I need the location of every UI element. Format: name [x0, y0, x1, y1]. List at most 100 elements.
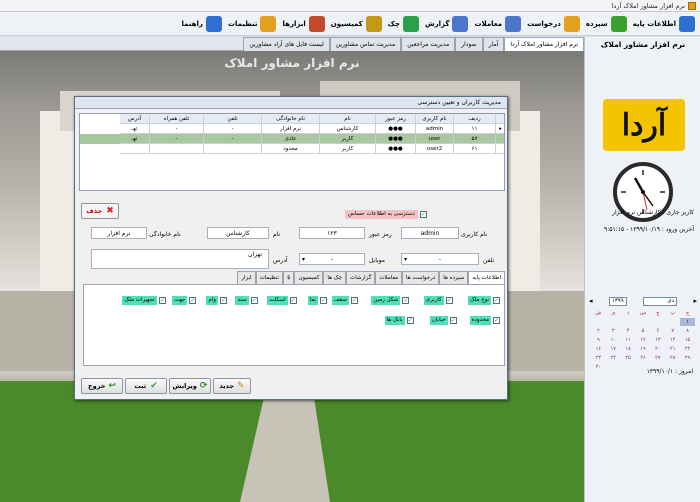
delete-button[interactable]: حذف ✖: [81, 203, 119, 219]
table-header-row[interactable]: ردیف نام کاربری رمز عبور نام نام خانوادگی تلف…: [80, 114, 504, 124]
checkbox-box[interactable]: ✓: [158, 296, 166, 304]
calendar-today-label[interactable]: امروز : ۱۳۹۹/۱۰/۱: [589, 368, 697, 378]
calendar-day[interactable]: ۲۳: [591, 354, 606, 362]
checkbox-box[interactable]: ✓: [493, 296, 500, 304]
users-table[interactable]: ردیف نام کاربری رمز عبور نام نام خانوادگی تلف…: [79, 113, 505, 191]
calendar-day[interactable]: ۱۸: [621, 345, 636, 353]
family-field[interactable]: نرم افزار: [91, 227, 147, 239]
permission-tab-9[interactable]: ابزار: [237, 271, 256, 284]
calendar-day[interactable]: ۱۵: [680, 336, 695, 344]
calendar-day[interactable]: ۲۵: [621, 354, 636, 362]
toolbar-item-0[interactable]: اطلاعات پایه: [630, 14, 698, 34]
row-selector[interactable]: [496, 134, 504, 144]
calendar-prev-icon[interactable]: ◂: [589, 297, 593, 305]
checkbox-box[interactable]: ✓: [402, 296, 410, 304]
calendar-day[interactable]: ۱۴: [665, 336, 680, 344]
permission-checkbox[interactable]: ✓ نما: [307, 295, 328, 305]
checkbox-box[interactable]: ✓: [189, 296, 197, 304]
calendar-day[interactable]: ۴: [621, 327, 636, 335]
name-field[interactable]: کارشناس: [207, 227, 269, 239]
permission-tab-7[interactable]: $: [282, 271, 295, 284]
calendar-day[interactable]: ۲۰: [650, 345, 665, 353]
permission-checkbox[interactable]: ✓ وام: [206, 295, 227, 305]
permission-tab-0[interactable]: اطلاعات پایه: [468, 271, 505, 284]
toolbar-item-6[interactable]: کمیسیون: [328, 14, 385, 34]
calendar-day[interactable]: ۸: [680, 327, 695, 335]
permission-checkbox[interactable]: ✓ شکل زمین: [371, 295, 410, 305]
calendar-day[interactable]: ۱۹: [636, 345, 651, 353]
calendar-day[interactable]: ۲۲: [680, 345, 695, 353]
permission-checkbox[interactable]: ✓ بانک ها: [384, 315, 414, 325]
permission-tab-3[interactable]: معاملات: [375, 271, 403, 284]
calendar-day[interactable]: ۱: [680, 318, 695, 326]
username-field[interactable]: admin: [401, 227, 459, 239]
calendar-day[interactable]: ۱۶: [591, 345, 606, 353]
calendar-day[interactable]: ۳: [606, 327, 621, 335]
permission-tab-4[interactable]: گزارشات: [346, 271, 376, 284]
tab-4[interactable]: مدیریت تماس مشاورین: [329, 37, 402, 51]
calendar-day[interactable]: ۱۳: [650, 336, 665, 344]
new-button[interactable]: جدید ✎: [213, 378, 251, 394]
toolbar-item-5[interactable]: چک: [385, 14, 422, 34]
calendar-day[interactable]: ۱۱: [621, 336, 636, 344]
calendar-day[interactable]: ۲۷: [650, 354, 665, 362]
toolbar-item-8[interactable]: تنظیمات: [225, 14, 280, 34]
calendar-year-select[interactable]: ۱۳۹۹: [608, 296, 627, 306]
calendar-day[interactable]: ۱۰: [606, 336, 621, 344]
table-row[interactable]: ۶۱ user2 ●●● کاربر محدود: [80, 144, 504, 154]
address-field[interactable]: تهران: [91, 249, 269, 269]
permission-checkbox[interactable]: ✓ تجهیزات ملک: [122, 295, 166, 305]
calendar-day[interactable]: ۱۷: [606, 345, 621, 353]
tab-0[interactable]: نرم افزار مشاور املاک آردا: [504, 37, 584, 51]
checkbox-box[interactable]: ✓: [289, 296, 297, 304]
calendar-day[interactable]: ۲۴: [606, 354, 621, 362]
exit-button[interactable]: خروج ↩: [81, 378, 123, 394]
checkbox-box[interactable]: ✓: [250, 296, 258, 304]
calendar-day[interactable]: ۲۶: [636, 354, 651, 362]
calendar-day[interactable]: ۹: [591, 336, 606, 344]
calendar-next-icon[interactable]: ▸: [693, 297, 697, 305]
permission-checkbox[interactable]: ✓ کاربری: [423, 295, 453, 305]
calendar-day[interactable]: ۱۲: [636, 336, 651, 344]
mobile-combo[interactable]: -: [299, 253, 365, 265]
permission-tab-8[interactable]: تنظیمات: [255, 271, 283, 284]
calendar-day[interactable]: ۲۹: [680, 354, 695, 362]
calendar-day[interactable]: ۲: [591, 327, 606, 335]
password-field[interactable]: ۱۲۳: [299, 227, 365, 239]
sensitive-access-checkbox[interactable]: ✓ دسترسی به اطلاعات حساس: [345, 209, 427, 219]
table-row[interactable]: ۵۷ user ●●● کاربر عادی - - تهـ: [80, 134, 504, 144]
permission-checkbox[interactable]: ✓ نوع ملک: [467, 295, 500, 305]
calendar-day[interactable]: ۲۱: [665, 345, 680, 353]
toolbar-item-2[interactable]: درخواست: [524, 14, 583, 34]
calendar-day[interactable]: ۵: [636, 327, 651, 335]
checkbox-box[interactable]: ✓: [406, 316, 414, 324]
permission-checkbox[interactable]: ✓ سند: [235, 295, 258, 305]
row-selector[interactable]: [496, 144, 504, 154]
permission-checkbox[interactable]: ✓ جهت: [172, 295, 197, 305]
permission-checkbox[interactable]: ✓ سقف: [331, 295, 358, 305]
phone-combo[interactable]: -: [401, 253, 479, 265]
toolbar-item-3[interactable]: معاملات: [471, 14, 524, 34]
checkbox-box[interactable]: ✓: [419, 210, 427, 218]
table-row[interactable]: ▸ ۱۱ admin ●●● کارشناس نرم افزار - - تهـ: [80, 124, 504, 134]
tab-5[interactable]: لیست فایل های آزاد مشاورین: [243, 37, 330, 51]
permission-tab-5[interactable]: چک ها: [323, 271, 347, 284]
toolbar-item-7[interactable]: ابزارها: [279, 14, 327, 34]
save-button[interactable]: ثبت ✔: [125, 378, 167, 394]
permission-checkbox[interactable]: ✓ خیابان: [429, 315, 457, 325]
toolbar-item-9[interactable]: راهنما: [178, 14, 224, 34]
tab-3[interactable]: مدیریت مراجعین: [401, 37, 456, 51]
calendar-day[interactable]: ۲۸: [665, 354, 680, 362]
edit-button[interactable]: ویرایش ⟳: [169, 378, 211, 394]
tab-2[interactable]: نمودار: [455, 37, 483, 51]
permission-checkbox[interactable]: ✓ اسکلت: [267, 295, 297, 305]
row-selector[interactable]: ▸: [496, 124, 504, 134]
permission-tab-6[interactable]: کمیسیون: [294, 271, 324, 284]
checkbox-box[interactable]: ✓: [493, 316, 500, 324]
checkbox-box[interactable]: ✓: [449, 316, 457, 324]
tab-1[interactable]: آمار: [482, 37, 505, 51]
checkbox-box[interactable]: ✓: [350, 296, 358, 304]
checkbox-box[interactable]: ✓: [220, 296, 227, 304]
toolbar-item-1[interactable]: سپرده: [583, 14, 630, 34]
permission-tab-1[interactable]: سپرده ها: [439, 271, 469, 284]
